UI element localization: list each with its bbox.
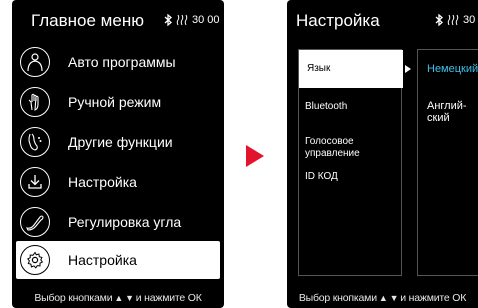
footer-hint: Выбор кнопками ▲ ▼ и нажмите ОК [12, 292, 224, 304]
main-menu-screen: Главное меню 30 00 Авто программы Ручной… [12, 0, 224, 308]
menu-item-manual-mode[interactable]: Ручной режим [16, 83, 220, 121]
heat-waves-icon [176, 14, 188, 26]
up-arrow-icon: ▲ [114, 293, 124, 303]
down-arrow-icon: ▼ [125, 293, 134, 303]
body-outline-icon [20, 47, 50, 77]
option-german[interactable]: Немецкий [427, 63, 478, 75]
menu-item-settings-download[interactable]: Настройка [16, 163, 220, 201]
menu-item-other-functions[interactable]: Другие функции [16, 123, 220, 161]
transition-arrow-icon [246, 145, 264, 167]
chair-icon [20, 207, 50, 237]
gear-icon [20, 245, 50, 275]
status-bar: Настройка 30 [287, 0, 478, 44]
foot-icon [20, 127, 50, 157]
menu-item-angle-adjust[interactable]: Регулировка угла [16, 203, 220, 241]
bluetooth-icon [164, 14, 172, 26]
menu-item-label: Настройка [68, 252, 137, 268]
settings-item-bluetooth[interactable]: Bluetooth [305, 101, 397, 113]
settings-item-label: Язык [307, 63, 331, 74]
footer-text-before: Выбор кнопками [34, 292, 113, 304]
settings-item-language[interactable]: Язык [299, 50, 403, 88]
menu-item-auto-programs[interactable]: Авто программы [16, 43, 220, 81]
up-arrow-icon: ▲ [378, 293, 388, 303]
page-title: Главное меню [31, 11, 144, 30]
status-icons: 30 [435, 14, 475, 26]
footer-text-after: и нажмите ОК [135, 292, 202, 304]
hand-icon [20, 87, 50, 117]
footer-hint: Выбор кнопками ▲ ▼ и нажмите ОК [287, 292, 478, 304]
settings-item-voice-control[interactable]: Голосовое управление [305, 136, 397, 160]
option-english[interactable]: Англий-ский [427, 100, 475, 124]
menu-item-label: Авто программы [68, 54, 176, 70]
menu-item-label: Другие функции [68, 134, 173, 150]
menu-item-settings[interactable]: Настройка [16, 241, 220, 279]
down-arrow-icon: ▼ [389, 293, 399, 303]
menu-item-label: Настройка [68, 174, 137, 190]
settings-item-id-code[interactable]: ID КОД [305, 171, 397, 183]
caret-right-icon [405, 65, 411, 73]
settings-screen: Настройка 30 Язык Bluetooth Голосовое уп… [287, 0, 478, 308]
settings-list: Язык Bluetooth Голосовое управление ID К… [298, 49, 403, 276]
heat-waves-icon [447, 14, 459, 26]
bluetooth-icon [435, 14, 443, 26]
footer-text-after: и нажмите ОК [400, 292, 467, 304]
timer-readout: 30 [463, 14, 476, 26]
language-options-panel: Немецкий Англий-ский [417, 49, 478, 276]
status-bar: Главное меню 30 00 [12, 0, 224, 44]
page-title: Настройка [296, 11, 380, 30]
download-icon [20, 167, 50, 197]
menu-item-label: Ручной режим [68, 94, 162, 110]
footer-text-before: Выбор кнопками [298, 292, 377, 304]
timer-readout: 30 00 [192, 14, 220, 26]
menu-item-label: Регулировка угла [68, 214, 182, 230]
status-icons: 30 00 [164, 14, 220, 26]
